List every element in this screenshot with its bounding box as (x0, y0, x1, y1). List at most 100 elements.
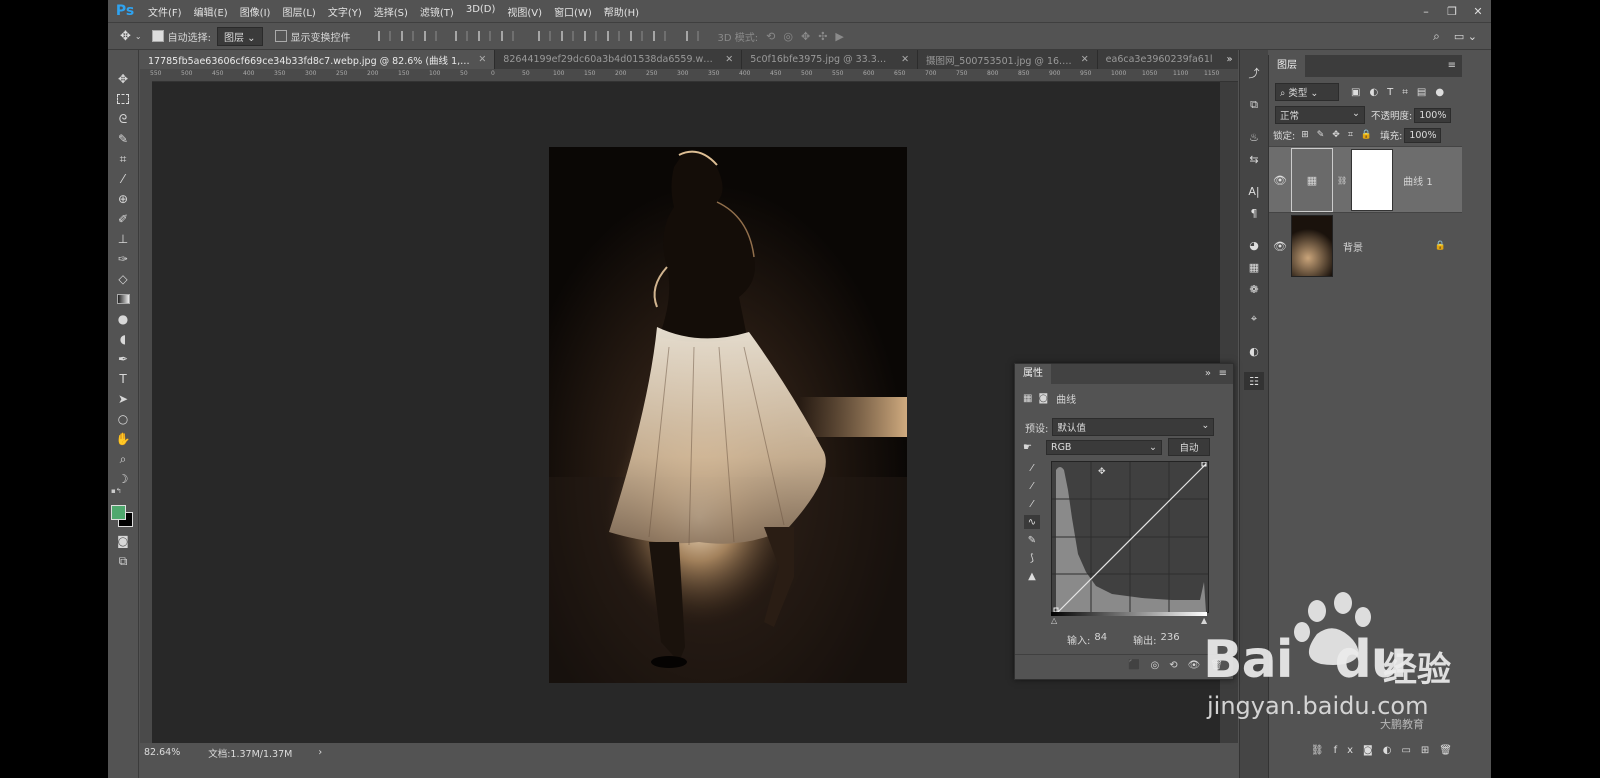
character-panel-icon[interactable]: A| (1244, 182, 1264, 200)
document-tab[interactable]: 摄图网_500753501.jpg @ 16.7... ✕ (918, 50, 1098, 69)
layer-mask-thumbnail[interactable] (1351, 149, 1394, 211)
distribute-left-icon[interactable] (606, 31, 620, 41)
eraser-tool-icon[interactable]: ◇ (113, 270, 133, 288)
clone-source-icon[interactable]: ⧉ (1244, 96, 1264, 114)
tool-presets-icon[interactable]: ⇆ (1244, 150, 1264, 168)
output-value[interactable]: 236 (1160, 632, 1179, 647)
pen-tool-icon[interactable]: ✒ (113, 350, 133, 368)
document-tab[interactable]: 17785fb5ae63606cf669ce34b33fd8c7.webp.jp… (140, 50, 496, 69)
lasso-tool-icon[interactable]: ᘓ (113, 110, 133, 128)
channel-dropdown[interactable]: RGB ⌄ (1045, 439, 1162, 455)
paragraph-panel-icon[interactable]: ¶ (1244, 204, 1264, 222)
screen-mode-icon[interactable]: ⧉ (113, 552, 133, 570)
distribute-vcenter-icon[interactable] (560, 31, 574, 41)
workspace-icon[interactable]: ▭ ⌄ (1454, 30, 1477, 43)
panel-menu-icon[interactable]: ≡ (1448, 60, 1456, 71)
visibility-eye-icon[interactable]: 👁 (1269, 240, 1291, 253)
input-value[interactable]: 84 (1094, 632, 1107, 647)
smooth-curve-icon[interactable]: ⟆ (1024, 551, 1040, 565)
hand-tool-icon[interactable]: ✋ (113, 430, 133, 448)
menu-item[interactable]: 滤镜(T) (414, 4, 460, 19)
document-tab[interactable]: ea6ca3e3960239fa61l (1098, 50, 1239, 69)
menu-item[interactable]: 文件(F) (142, 4, 188, 19)
add-mask-icon[interactable]: ◙ (1363, 745, 1383, 756)
default-colors-icon[interactable]: ▪↰ (111, 487, 122, 495)
align-bottom-icon[interactable] (423, 31, 437, 41)
distribute-right-icon[interactable] (652, 31, 666, 41)
close-tab-icon[interactable]: ✕ (725, 54, 733, 65)
close-button[interactable]: ✕ (1465, 5, 1491, 18)
delete-layer-icon[interactable]: 🗑 (1439, 745, 1462, 756)
panel-menu-icon[interactable]: ≡ (1219, 368, 1227, 379)
menu-item[interactable]: 文字(Y) (322, 4, 368, 19)
reset-icon[interactable]: ⟲ (1169, 660, 1187, 671)
auto-select-dropdown[interactable]: 图层 ⌄ (216, 26, 263, 46)
blur-tool-icon[interactable]: ● (113, 310, 133, 328)
fill-field[interactable]: 100% (1404, 127, 1442, 143)
styles-panel-icon[interactable]: ❁ (1244, 280, 1264, 298)
swatches-panel-icon[interactable]: ▦ (1244, 258, 1264, 276)
adjustments-panel-icon[interactable]: ◐ (1244, 342, 1264, 360)
view-previous-icon[interactable]: ◎ (1150, 660, 1169, 671)
menu-item[interactable]: 帮助(H) (598, 4, 645, 19)
color-panel-icon[interactable]: ◕ (1244, 236, 1264, 254)
curves-icon[interactable]: ▦ (1023, 393, 1032, 404)
distribute-hcenter-icon[interactable] (629, 31, 643, 41)
paths-panel-icon[interactable]: ⌖ (1244, 310, 1264, 328)
quick-mask-icon[interactable]: ◙ (113, 532, 133, 550)
type-tool-icon[interactable]: T (113, 370, 133, 388)
properties-panel-icon[interactable]: ☷ (1244, 372, 1264, 390)
align-vcenter-icon[interactable] (400, 31, 414, 41)
lock-icons[interactable]: ⊞✎✥⌗🔒 (1301, 130, 1380, 140)
auto-align-icon[interactable] (685, 31, 699, 41)
preset-dropdown[interactable]: 默认值 ⌄ (1052, 418, 1215, 436)
history-brush-icon[interactable]: ✑ (113, 250, 133, 268)
collapse-icon[interactable]: » (1205, 368, 1211, 379)
menu-item[interactable]: 编辑(E) (188, 4, 234, 19)
dodge-tool-icon[interactable]: ◖ (113, 330, 133, 348)
tabs-overflow-button[interactable]: » (1221, 50, 1238, 69)
gradient-tool-icon[interactable] (113, 290, 133, 308)
eyedropper-tool-icon[interactable]: ⁄ (113, 170, 133, 188)
auto-select-checkbox[interactable] (151, 30, 164, 42)
layer-filter-dropdown[interactable]: ⌕ 类型 ⌄ (1275, 83, 1339, 101)
layer-row-curves[interactable]: 👁 ▦ ⛓ 曲线 1 (1269, 146, 1462, 213)
restore-button[interactable]: ❐ (1439, 5, 1465, 18)
menu-item[interactable]: 视图(V) (501, 4, 548, 19)
healing-tool-icon[interactable]: ⊕ (113, 190, 133, 208)
layer-name[interactable]: 背景 (1343, 239, 1363, 254)
layer-row-background[interactable]: 👁 背景 🔒 (1269, 212, 1462, 279)
layer-name[interactable]: 曲线 1 (1403, 173, 1433, 188)
zoom-tool-icon[interactable]: ⌕ (113, 450, 133, 468)
new-adjustment-icon[interactable]: ◐ (1383, 745, 1402, 756)
black-point-eyedropper-icon[interactable]: ⁄ (1024, 461, 1040, 475)
status-menu-icon[interactable]: › (318, 747, 322, 758)
blend-mode-dropdown[interactable]: 正常 ⌄ (1275, 106, 1365, 124)
close-tab-icon[interactable]: ✕ (1081, 54, 1089, 65)
crop-tool-icon[interactable]: ⌗ (113, 150, 133, 168)
move-tool-icon[interactable]: ✥ (113, 70, 133, 88)
show-transform-checkbox[interactable] (274, 30, 287, 42)
brush-tool-icon[interactable]: ✐ (113, 210, 133, 228)
new-group-icon[interactable]: ▭ (1401, 745, 1420, 756)
menu-item[interactable]: 图层(L) (276, 4, 321, 19)
menu-item[interactable]: 窗口(W) (548, 4, 598, 19)
clip-to-layer-icon[interactable]: ⬛ (1128, 660, 1150, 671)
auto-button[interactable]: 自动 (1167, 438, 1210, 456)
layers-tab[interactable]: 图层 (1269, 55, 1305, 77)
minimize-button[interactable]: – (1413, 5, 1439, 18)
align-top-icon[interactable] (377, 31, 391, 41)
link-layers-icon[interactable]: ⛓ (1311, 745, 1334, 756)
new-layer-icon[interactable]: ⊞ (1421, 745, 1439, 756)
clipping-warning-icon[interactable]: ▲ (1024, 569, 1040, 583)
pencil-curve-icon[interactable]: ✎ (1024, 533, 1040, 547)
curve-point-tool-icon[interactable]: ∿ (1024, 515, 1040, 529)
brush-panel-icon[interactable]: ♨ (1244, 128, 1264, 146)
path-select-icon[interactable]: ➤ (113, 390, 133, 408)
zoom-level[interactable]: 82.64% (144, 747, 180, 758)
fx-icon[interactable]: fx (1334, 745, 1363, 756)
quick-select-tool-icon[interactable]: ✎ (113, 130, 133, 148)
link-icon[interactable]: ⛓ (1337, 176, 1347, 185)
visibility-eye-icon[interactable]: 👁 (1269, 174, 1291, 187)
menu-item[interactable]: 图像(I) (234, 4, 277, 19)
